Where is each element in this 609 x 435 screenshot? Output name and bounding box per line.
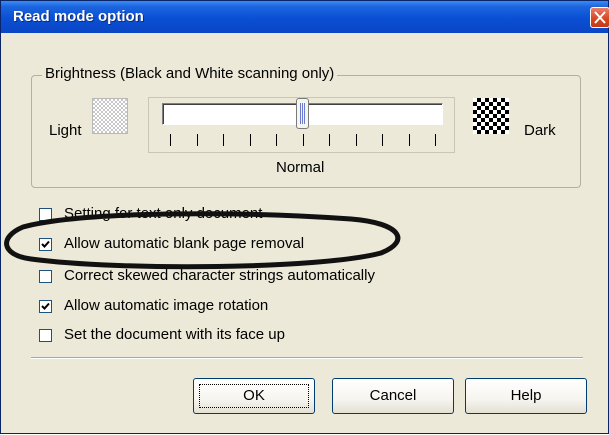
slider-tick bbox=[355, 134, 357, 146]
close-icon bbox=[594, 11, 606, 24]
divider bbox=[31, 357, 583, 359]
checkbox-face-up[interactable] bbox=[39, 329, 52, 342]
read-mode-option-dialog: Read mode option Brightness (Black and W… bbox=[0, 0, 609, 434]
brightness-slider[interactable] bbox=[148, 97, 455, 153]
slider-tick bbox=[170, 134, 171, 146]
option-label: Setting for text only document bbox=[64, 205, 263, 222]
light-pattern-icon bbox=[92, 98, 128, 134]
dark-pattern-icon bbox=[473, 98, 509, 134]
normal-label: Normal bbox=[276, 159, 325, 176]
checkmark-icon bbox=[41, 302, 50, 310]
slider-tick bbox=[302, 134, 304, 146]
slider-tick bbox=[329, 134, 330, 146]
checkbox-correct-skew[interactable] bbox=[39, 270, 52, 283]
slider-tick bbox=[435, 134, 436, 146]
slider-tick bbox=[408, 134, 410, 146]
checkbox-text-only-document[interactable] bbox=[39, 208, 52, 221]
help-button[interactable]: Help bbox=[465, 378, 587, 414]
close-button[interactable] bbox=[590, 7, 609, 28]
ok-button-label: OK bbox=[243, 387, 265, 404]
option-label: Allow automatic blank page removal bbox=[64, 235, 305, 252]
option-label: Correct skewed character strings automat… bbox=[64, 267, 375, 284]
slider-tick bbox=[196, 134, 198, 146]
dialog-title: Read mode option bbox=[13, 8, 144, 25]
slider-tick bbox=[223, 134, 224, 146]
light-label: Light bbox=[49, 122, 82, 139]
checkbox-image-rotation[interactable] bbox=[39, 300, 52, 313]
slider-grip-icon bbox=[300, 103, 305, 124]
dark-label: Dark bbox=[524, 122, 556, 139]
checkbox-blank-page-removal[interactable] bbox=[39, 238, 52, 251]
option-label: Set the document with its face up bbox=[64, 326, 285, 343]
slider-tick bbox=[249, 134, 251, 146]
title-bar[interactable]: Read mode option bbox=[1, 1, 609, 33]
cancel-button[interactable]: Cancel bbox=[332, 378, 454, 414]
brightness-group-label: Brightness (Black and White scanning onl… bbox=[42, 65, 338, 82]
ok-button[interactable]: OK bbox=[193, 378, 315, 414]
slider-tick bbox=[382, 134, 383, 146]
checkmark-icon bbox=[41, 240, 50, 248]
slider-tick bbox=[276, 134, 277, 146]
option-label: Allow automatic image rotation bbox=[64, 297, 269, 314]
slider-thumb[interactable] bbox=[296, 98, 309, 129]
